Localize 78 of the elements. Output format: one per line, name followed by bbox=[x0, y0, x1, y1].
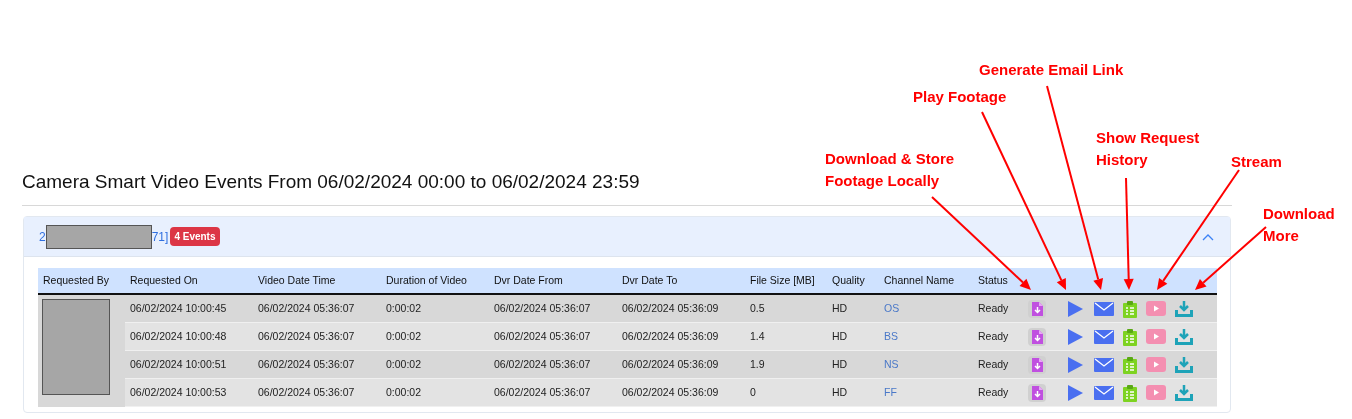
table-cell-text: Ready bbox=[977, 300, 1010, 316]
table-cell-text: Ready bbox=[977, 384, 1010, 400]
table-cell-text: 0:00:02 bbox=[385, 328, 423, 344]
annotation-label: Download & Store Footage Locally bbox=[825, 149, 956, 191]
file-download-icon[interactable] bbox=[1028, 299, 1046, 318]
mail-icon[interactable] bbox=[1094, 329, 1114, 344]
table-cell-text: 06/02/2024 05:36:07 bbox=[257, 384, 356, 400]
table-cell[interactable]: OS bbox=[879, 300, 973, 317]
table-cell-text: 0 bbox=[749, 384, 757, 400]
table-cell-text: 06/02/2024 05:36:07 bbox=[493, 300, 592, 316]
table-cell-text: 06/02/2024 05:36:09 bbox=[621, 356, 720, 372]
file-download-icon[interactable] bbox=[1028, 383, 1046, 402]
annotation-label: Stream bbox=[1231, 152, 1283, 172]
column-header: File Size [MB] bbox=[749, 272, 816, 288]
table-cell-text: 0:00:02 bbox=[385, 356, 423, 372]
video-icon[interactable] bbox=[1146, 329, 1166, 344]
table-cell-text: 1.4 bbox=[749, 328, 766, 344]
column-header: Dvr Date To bbox=[621, 272, 679, 288]
table-cell-text: 06/02/2024 10:00:48 bbox=[129, 328, 228, 344]
download-icon[interactable] bbox=[1174, 299, 1194, 318]
table-cell-text: 0.5 bbox=[749, 300, 766, 316]
table-cell-text: 06/02/2024 05:36:07 bbox=[257, 356, 356, 372]
video-icon[interactable] bbox=[1146, 357, 1166, 372]
table-cell-text: 06/02/2024 10:00:45 bbox=[129, 300, 228, 316]
table-cell-text: HD bbox=[831, 356, 849, 372]
download-icon[interactable] bbox=[1174, 355, 1194, 374]
video-icon[interactable] bbox=[1146, 301, 1166, 316]
table-cell-text: 06/02/2024 05:36:09 bbox=[621, 300, 720, 316]
table-cell-text: HD bbox=[831, 384, 849, 400]
table-cell-text: Ready bbox=[977, 356, 1010, 372]
column-header: Duration of Video bbox=[385, 272, 468, 288]
table-cell-text: HD bbox=[831, 300, 849, 316]
mail-icon[interactable] bbox=[1094, 357, 1114, 372]
clipboard-icon[interactable] bbox=[1122, 299, 1138, 318]
table-cell-text: 06/02/2024 05:36:07 bbox=[257, 300, 356, 316]
device-id: 2 bbox=[39, 228, 46, 246]
table-cell-text: 06/02/2024 10:00:51 bbox=[129, 356, 228, 372]
clipboard-icon[interactable] bbox=[1122, 355, 1138, 374]
chevron-up-icon[interactable] bbox=[1202, 232, 1214, 241]
column-header: Requested By bbox=[42, 272, 110, 288]
table-cell-text: 06/02/2024 10:00:53 bbox=[129, 384, 228, 400]
table-cell-text: 06/02/2024 05:36:09 bbox=[621, 384, 720, 400]
download-icon[interactable] bbox=[1174, 383, 1194, 402]
file-download-icon[interactable] bbox=[1028, 327, 1046, 346]
event-count-badge: 4 Events bbox=[170, 227, 220, 246]
download-icon[interactable] bbox=[1174, 327, 1194, 346]
table-cell-text: 0:00:02 bbox=[385, 384, 423, 400]
annotation-label: Download More bbox=[1263, 204, 1336, 246]
mail-icon[interactable] bbox=[1094, 301, 1114, 316]
table-cell-text: 06/02/2024 05:36:09 bbox=[621, 328, 720, 344]
file-download-icon[interactable] bbox=[1028, 355, 1046, 374]
panel-header[interactable]: 2 71] 4 Events bbox=[24, 217, 1230, 257]
mail-icon[interactable] bbox=[1094, 385, 1114, 400]
annotation-label: Show Request History bbox=[1096, 128, 1201, 170]
device-id: 71] bbox=[151, 228, 169, 246]
page-title: Camera Smart Video Events From 06/02/2024 00:00 to 06/02/2024 23:59 bbox=[22, 170, 640, 194]
table-cell[interactable]: FF bbox=[879, 384, 973, 401]
table-cell-text: 06/02/2024 05:36:07 bbox=[493, 356, 592, 372]
clipboard-icon[interactable] bbox=[1122, 383, 1138, 402]
table-cell-text: 06/02/2024 05:36:07 bbox=[257, 328, 356, 344]
annotation-label: Generate Email Link bbox=[979, 60, 1125, 80]
column-header: Status bbox=[977, 272, 1009, 288]
table-cell[interactable]: BS bbox=[879, 328, 973, 345]
column-header: Quality bbox=[831, 272, 866, 288]
table-cell-text: 06/02/2024 05:36:07 bbox=[493, 384, 592, 400]
table-cell-text: HD bbox=[831, 328, 849, 344]
table-cell-text: 06/02/2024 05:36:07 bbox=[493, 328, 592, 344]
table-cell-text: 1.9 bbox=[749, 356, 766, 372]
column-header: Channel Name bbox=[883, 272, 956, 288]
table-cell[interactable]: NS bbox=[879, 356, 973, 373]
column-header: Requested On bbox=[129, 272, 199, 288]
clipboard-icon[interactable] bbox=[1122, 327, 1138, 346]
table-cell-text: Ready bbox=[977, 328, 1010, 344]
table-cell-text: 0:00:02 bbox=[385, 300, 423, 316]
annotation-label: Play Footage bbox=[913, 87, 1008, 107]
column-header: Video Date Time bbox=[257, 272, 337, 288]
video-icon[interactable] bbox=[1146, 385, 1166, 400]
column-header: Dvr Date From bbox=[493, 272, 564, 288]
